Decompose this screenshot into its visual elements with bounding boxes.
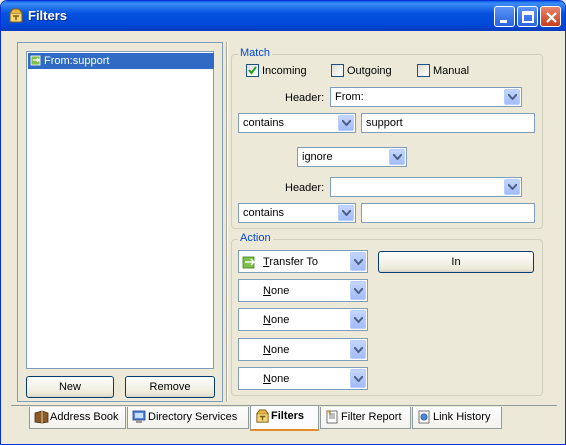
chevron-down-icon[interactable]	[504, 179, 520, 195]
tab-filter-report[interactable]: Filter Report	[320, 407, 411, 429]
checkmark-icon	[248, 66, 257, 75]
value1-text: support	[366, 117, 403, 129]
action1-rest: ransfer To	[269, 256, 319, 268]
action5-rest: one	[270, 373, 290, 385]
incoming-checkbox[interactable]	[246, 64, 259, 77]
action1-select[interactable]: Transfer To	[238, 250, 368, 273]
condition1-value: contains	[243, 117, 284, 129]
chevron-down-icon[interactable]	[338, 115, 354, 131]
action5-select[interactable]: None	[238, 367, 368, 390]
match-group-label: Match	[238, 47, 272, 59]
tab-filters[interactable]: Filters	[250, 406, 319, 431]
chevron-down-icon[interactable]	[350, 252, 366, 271]
filters-list-panel: From:support New Remove	[17, 42, 223, 402]
filter-rule-icon	[30, 55, 41, 66]
tab-label: Filter Report	[341, 411, 402, 423]
minimize-button[interactable]	[494, 6, 515, 27]
action2-rest: one	[270, 285, 290, 297]
value2-input[interactable]	[361, 203, 535, 223]
manual-label[interactable]: Manual	[433, 65, 469, 77]
action4-rest: one	[270, 344, 290, 356]
condition1-select[interactable]: contains	[238, 113, 356, 133]
chevron-down-icon[interactable]	[504, 89, 520, 105]
header2-label: Header:	[285, 182, 325, 194]
action2-select[interactable]: None	[238, 279, 368, 302]
value1-input[interactable]: support	[361, 113, 535, 133]
conjunction-value: ignore	[302, 151, 333, 163]
tab-link-history[interactable]: Link History	[412, 407, 502, 429]
accelerator-key: N	[263, 344, 271, 356]
title-bar[interactable]: Filters	[1, 1, 565, 31]
maximize-icon	[522, 11, 534, 23]
condition2-select[interactable]: contains	[238, 203, 356, 223]
outgoing-checkbox[interactable]	[331, 64, 344, 77]
panel-divider[interactable]	[226, 42, 228, 402]
tab-label: Directory Services	[148, 411, 238, 423]
remove-filter-button[interactable]: Remove	[125, 376, 215, 398]
header1-value: From:	[335, 91, 364, 103]
action2-value: None	[263, 285, 289, 297]
filter-rule-label: From:support	[44, 55, 110, 67]
manual-checkbox[interactable]	[417, 64, 430, 77]
maximize-button[interactable]	[517, 6, 538, 27]
directory-services-icon	[132, 410, 146, 423]
tab-directory-services[interactable]: Directory Services	[127, 407, 249, 429]
minimize-icon	[500, 20, 507, 23]
action3-select[interactable]: None	[238, 308, 368, 331]
action4-select[interactable]: None	[238, 338, 368, 361]
filters-app-icon	[9, 8, 23, 23]
window-title: Filters	[28, 8, 68, 23]
chevron-down-icon[interactable]	[350, 369, 366, 388]
action-group-label: Action	[238, 232, 273, 244]
filters-icon	[256, 409, 269, 423]
header1-select[interactable]: From:	[330, 87, 522, 107]
tab-label: Link History	[433, 411, 491, 423]
outgoing-label[interactable]: Outgoing	[347, 65, 392, 77]
accelerator-key: N	[263, 285, 271, 297]
in-mailbox-button[interactable]: In	[378, 251, 534, 273]
accelerator-key: N	[263, 314, 271, 326]
chevron-down-icon[interactable]	[338, 205, 354, 221]
address-book-icon	[34, 410, 49, 424]
action3-value: None	[263, 314, 289, 326]
close-icon	[546, 12, 557, 23]
tab-address-book[interactable]: Address Book	[29, 407, 126, 429]
action1-value: Transfer To	[263, 256, 318, 268]
chevron-down-icon[interactable]	[350, 340, 366, 359]
chevron-down-icon[interactable]	[350, 281, 366, 300]
close-button[interactable]	[540, 6, 561, 27]
chevron-down-icon[interactable]	[350, 310, 366, 329]
incoming-label[interactable]: Incoming	[262, 65, 307, 77]
transfer-icon	[242, 256, 256, 269]
filters-window: Filters From:support New Remove Match In…	[0, 0, 566, 445]
action4-value: None	[263, 344, 289, 356]
filters-list[interactable]: From:support	[26, 51, 214, 369]
chevron-down-icon[interactable]	[389, 149, 405, 165]
header1-label: Header:	[285, 92, 325, 104]
filter-report-icon	[326, 410, 338, 424]
action5-value: None	[263, 373, 289, 385]
link-history-icon	[418, 410, 430, 424]
tab-label: Address Book	[50, 411, 119, 423]
new-filter-button[interactable]: New	[26, 376, 114, 398]
accelerator-key: N	[263, 373, 271, 385]
action3-rest: one	[270, 314, 290, 326]
tab-label: Filters	[271, 410, 305, 422]
header2-select[interactable]	[330, 177, 522, 197]
condition2-value: contains	[243, 207, 284, 219]
conjunction-select[interactable]: ignore	[297, 147, 407, 167]
list-item[interactable]: From:support	[28, 53, 214, 69]
